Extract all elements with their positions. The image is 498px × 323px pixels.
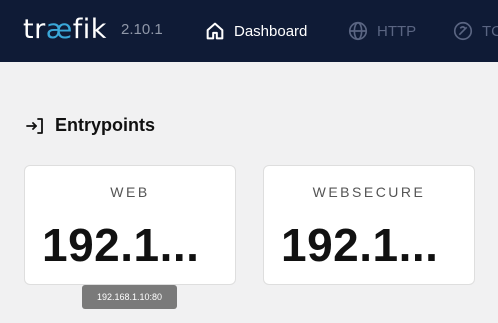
entrypoints-heading: Entrypoints bbox=[25, 115, 155, 136]
version-label: 2.10.1 bbox=[121, 21, 163, 38]
entrypoint-address: 192.1... bbox=[281, 219, 439, 271]
entrypoint-card-websecure[interactable]: WEBSECURE 192.1... bbox=[263, 165, 475, 285]
globe-icon bbox=[348, 21, 368, 41]
entrypoint-name: WEBSECURE bbox=[312, 184, 426, 200]
nav-label-dashboard: Dashboard bbox=[234, 22, 308, 40]
logo-text-prefix: tr bbox=[23, 14, 46, 45]
logo-text-ae: æ bbox=[45, 14, 73, 45]
address-tooltip: 192.168.1.10:80 bbox=[82, 285, 177, 309]
entrypoints-title: Entrypoints bbox=[55, 115, 156, 135]
home-icon bbox=[206, 22, 224, 40]
logo-text-suffix: fik bbox=[72, 14, 107, 45]
nav-item-http[interactable]: HTTP bbox=[347, 18, 416, 44]
nav-item-tcp[interactable]: TC bbox=[452, 18, 498, 44]
entrypoint-card-web[interactable]: WEB 192.1... bbox=[24, 165, 236, 285]
entrypoint-address: 192.1... bbox=[42, 219, 200, 271]
nav-label-http: HTTP bbox=[377, 22, 417, 40]
tcp-icon bbox=[453, 21, 473, 41]
entrypoint-name: WEB bbox=[110, 184, 150, 200]
login-arrow-icon bbox=[26, 117, 43, 134]
traefik-logo[interactable]: træfik bbox=[23, 13, 107, 47]
nav-label-tcp: TC bbox=[482, 22, 498, 40]
nav-item-dashboard[interactable]: Dashboard bbox=[204, 18, 307, 44]
top-navigation-bar: træfik 2.10.1 Dashboard HTTP TC bbox=[0, 0, 498, 62]
